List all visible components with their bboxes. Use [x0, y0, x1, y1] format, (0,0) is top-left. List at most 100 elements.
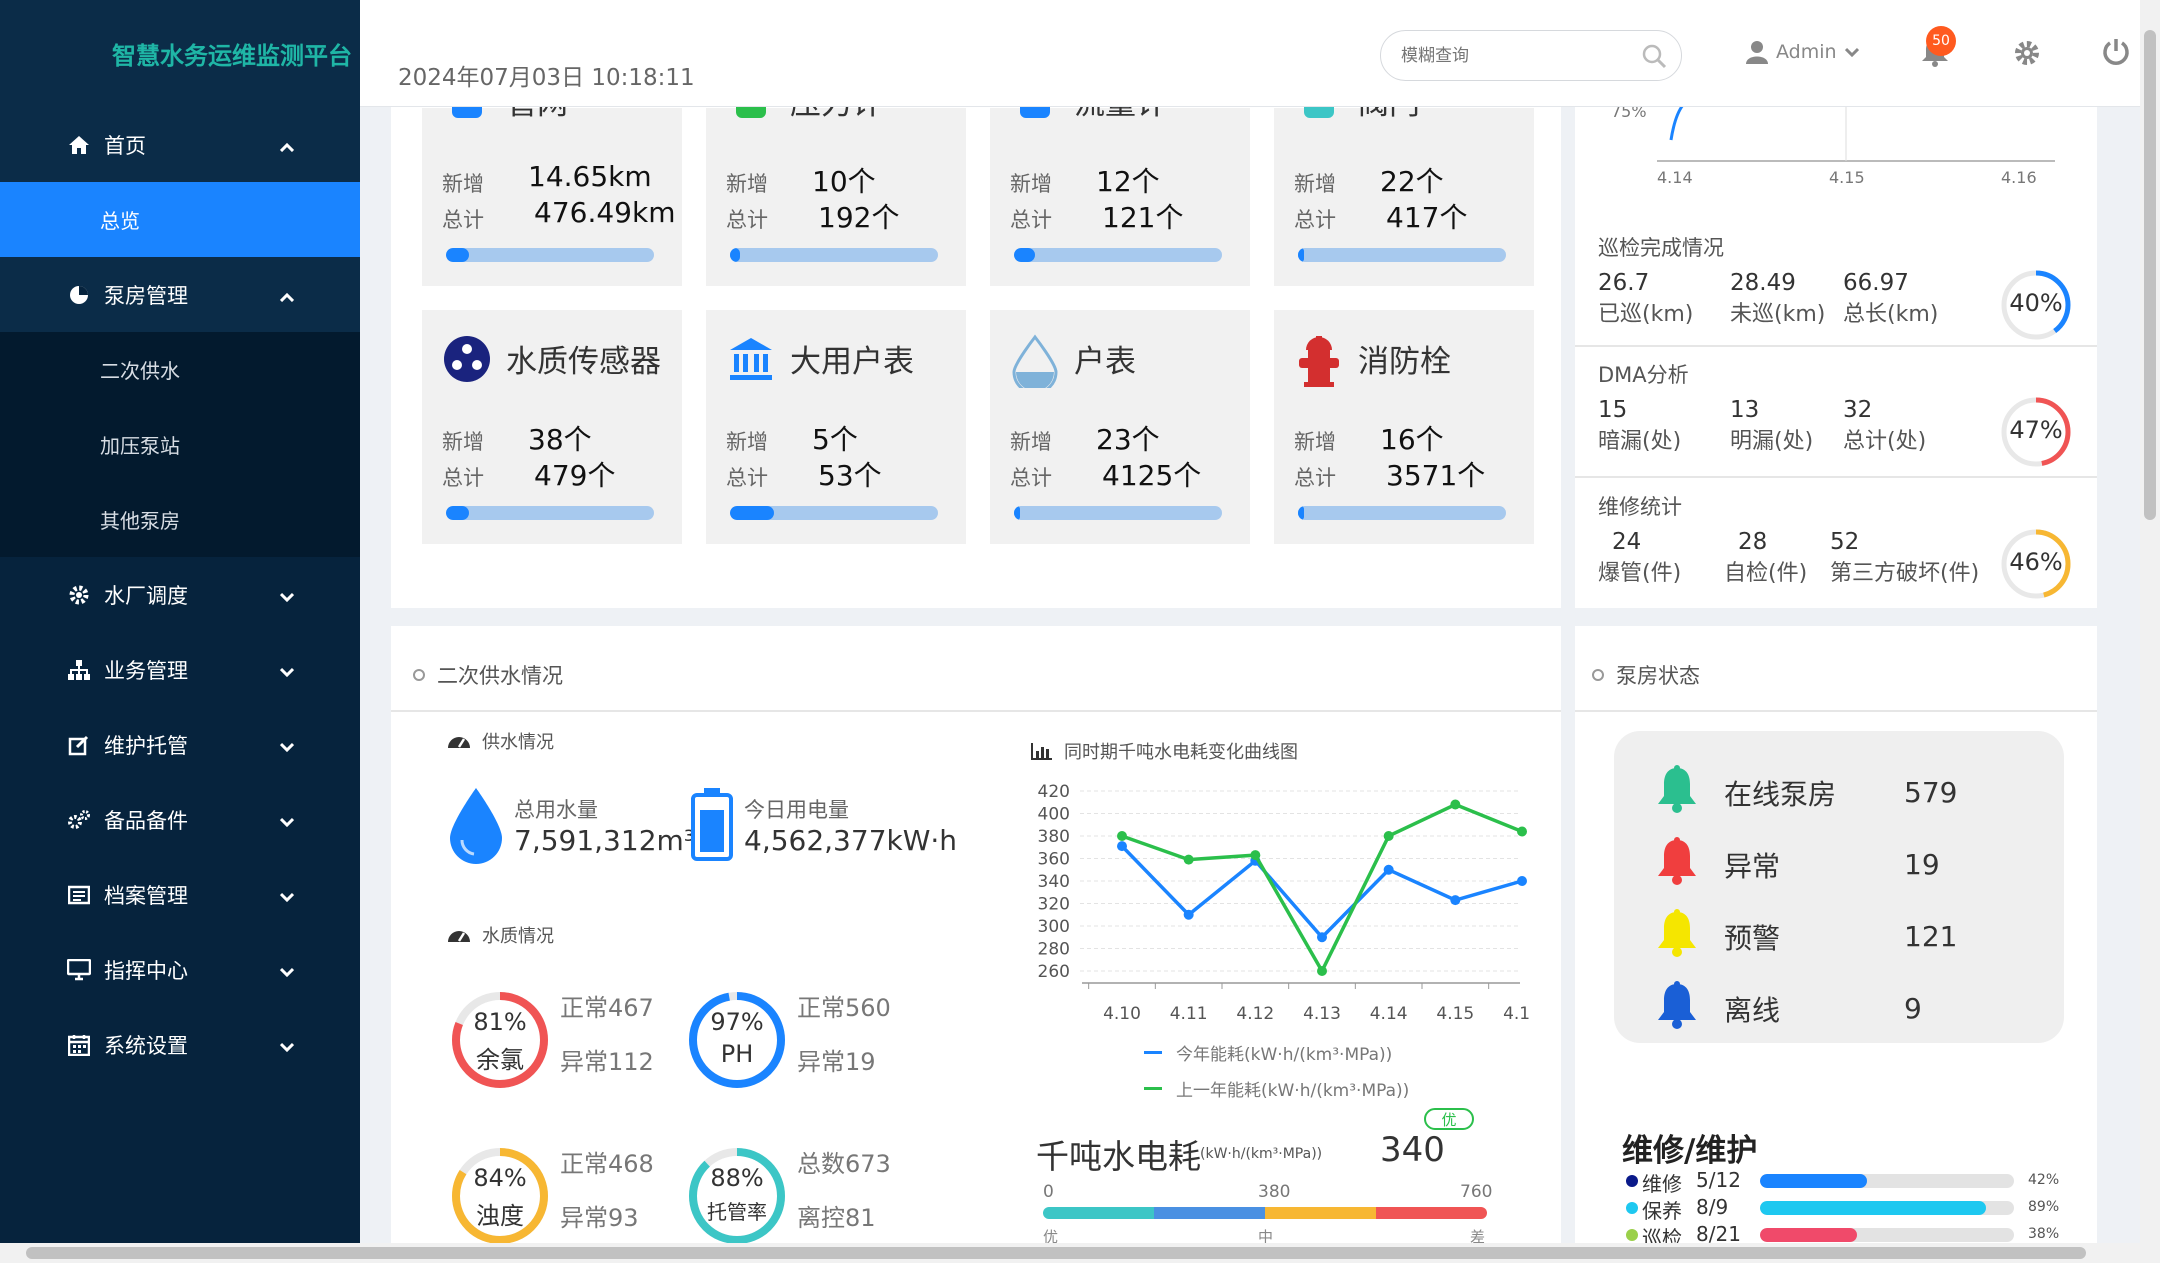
- asset-card[interactable]: 消防栓 新增 16个 总计 3571个: [1274, 310, 1534, 544]
- sidebar-item-label: 泵房管理: [104, 283, 188, 308]
- power-icon: [2103, 39, 2129, 65]
- progress-fill: [730, 506, 774, 520]
- chevron-up-icon: [279, 133, 295, 157]
- sidebar-item-overview[interactable]: 总览: [0, 182, 360, 257]
- pump-status-row[interactable]: 异常 19: [1654, 836, 1940, 893]
- sidebar-item-home[interactable]: 首页: [0, 107, 360, 182]
- total-water-label: 总用水量: [514, 798, 598, 822]
- total-value: 53个: [818, 459, 882, 492]
- sidebar-item-label: 档案管理: [104, 883, 188, 908]
- pump-status-row[interactable]: 在线泵房 579: [1654, 764, 1957, 821]
- stat-value: 28.49: [1730, 270, 1796, 296]
- search-box[interactable]: [1380, 30, 1682, 81]
- added-label: 新增: [1294, 430, 1336, 454]
- sidebar-item-booster-station[interactable]: 加压泵站: [0, 407, 360, 482]
- search-input[interactable]: [1401, 45, 1621, 66]
- asset-card[interactable]: 压力计新增10个总计192个: [706, 86, 966, 286]
- logout-button[interactable]: [2100, 36, 2132, 72]
- scrollbar-thumb[interactable]: [26, 1247, 2086, 1259]
- x-tick-label: 4.14: [1370, 1004, 1408, 1024]
- ring-name: 浊度: [476, 1202, 524, 1230]
- sidebar-item-label: 总览: [100, 209, 140, 233]
- inspection-stat: 66.97 总长(km): [1843, 270, 1938, 328]
- y-tick-label: 340: [1038, 872, 1070, 892]
- maintenance-ratio: 5/12: [1696, 1168, 1741, 1192]
- bar-chart-icon: [1031, 743, 1052, 760]
- today-power-label: 今日用电量: [744, 798, 849, 822]
- maintenance-bar-fill: [1760, 1201, 1987, 1215]
- stat-label: 已巡(km): [1598, 302, 1694, 327]
- added-label: 新增: [726, 172, 768, 196]
- notification-badge: 50: [1926, 26, 1956, 56]
- settings-button[interactable]: [2012, 38, 2042, 72]
- energy-title: 千吨水电耗: [1036, 1137, 1201, 1176]
- sidebar-item-label: 指挥中心: [104, 958, 188, 983]
- added-label: 新增: [442, 172, 484, 196]
- asset-card-title: 消防栓: [1358, 344, 1451, 380]
- legend-swatch: [1144, 1087, 1162, 1090]
- search-icon[interactable]: [1641, 43, 1667, 73]
- sidebar-item-plant-dispatch[interactable]: 水厂调度: [0, 557, 360, 632]
- stat-value: 13: [1730, 397, 1760, 423]
- stat-label: 总计(处): [1843, 429, 1927, 454]
- progress-bar: [1014, 506, 1222, 520]
- inspection-stat: 28.49 未巡(km): [1730, 270, 1825, 328]
- asset-total-row: 总计 192个: [726, 201, 899, 234]
- ring-percent: 97%: [710, 1008, 764, 1036]
- gauge-segment: [1376, 1207, 1487, 1219]
- section-title-text: 二次供水情况: [437, 664, 563, 688]
- sidebar-item-label: 加压泵站: [100, 434, 180, 458]
- repair-stat: 24 爆管(件): [1598, 529, 1681, 587]
- sidebar-item-secondary-supply[interactable]: 二次供水: [0, 332, 360, 407]
- asset-added-row: 新增 23个: [1010, 423, 1160, 456]
- y-tick-label: 400: [1038, 805, 1070, 825]
- status-value: 19: [1904, 848, 1940, 881]
- cogs-icon: [66, 809, 92, 831]
- user-menu[interactable]: Admin: [1746, 40, 1859, 64]
- sidebar-item-archive[interactable]: 档案管理: [0, 857, 360, 932]
- asset-card[interactable]: 户表 新增 23个 总计 4125个: [990, 310, 1250, 544]
- progress-bar: [446, 248, 654, 262]
- stat-label: 第三方破坏(件): [1830, 561, 1980, 586]
- sidebar-item-maintenance-hosting[interactable]: 维护托管: [0, 707, 360, 782]
- total-label: 总计: [1294, 466, 1336, 490]
- ring-name: 余氯: [476, 1046, 524, 1074]
- sidebar-item-pump-management[interactable]: 泵房管理: [0, 257, 360, 332]
- sidebar-item-other-pump[interactable]: 其他泵房: [0, 482, 360, 557]
- vertical-scrollbar[interactable]: [2140, 0, 2160, 1263]
- sidebar-item-spare-parts[interactable]: 备品备件: [0, 782, 360, 857]
- repair-stat: 28 自检(件): [1724, 529, 1807, 587]
- stat-value: 32: [1843, 397, 1873, 423]
- sidebar-item-command-center[interactable]: 指挥中心: [0, 932, 360, 1007]
- gauge-tick: 380: [1258, 1182, 1291, 1202]
- sidebar-item-label: 业务管理: [104, 658, 188, 683]
- user-icon: [1746, 41, 1768, 64]
- progress-bar: [730, 506, 938, 520]
- scrollbar-thumb[interactable]: [2144, 30, 2156, 520]
- asset-card[interactable]: 水质传感器 新增 38个 总计 479个: [422, 310, 682, 544]
- divider: [1575, 345, 2097, 347]
- added-value: 16个: [1380, 423, 1444, 456]
- progress-bar: [1298, 248, 1506, 262]
- asset-card[interactable]: 大用户表 新增 5个 总计 53个: [706, 310, 966, 544]
- maintenance-row: 维修 5/12 42%: [1626, 1168, 2059, 1196]
- edit-icon: [66, 734, 92, 756]
- sidebar-item-system-settings[interactable]: 系统设置: [0, 1007, 360, 1082]
- sidebar-item-business[interactable]: 业务管理: [0, 632, 360, 707]
- ring-percent: 40%: [2009, 289, 2063, 317]
- x-tick-label: 4.13: [1303, 1004, 1341, 1024]
- pump-status-row[interactable]: 预警 121: [1654, 908, 1957, 965]
- added-value: 10个: [812, 165, 876, 198]
- asset-card[interactable]: 阀门新增22个总计417个: [1274, 86, 1534, 286]
- horizontal-scrollbar[interactable]: [0, 1243, 2140, 1263]
- pump-status-row[interactable]: 离线 9: [1654, 980, 1922, 1037]
- asset-card[interactable]: 管网新增14.65km总计476.49km: [422, 86, 682, 286]
- water-drop-icon: [1010, 334, 1060, 395]
- maintenance-bar: [1760, 1201, 2014, 1215]
- ring-stat-b: 异常93: [560, 1204, 639, 1232]
- total-label: 总计: [1010, 208, 1052, 232]
- repair-title: 维修统计: [1598, 495, 1682, 519]
- status-label: 离线: [1724, 993, 1781, 1027]
- maintenance-percent: 89%: [2028, 1199, 2060, 1215]
- asset-card[interactable]: 流量计新增12个总计121个: [990, 86, 1250, 286]
